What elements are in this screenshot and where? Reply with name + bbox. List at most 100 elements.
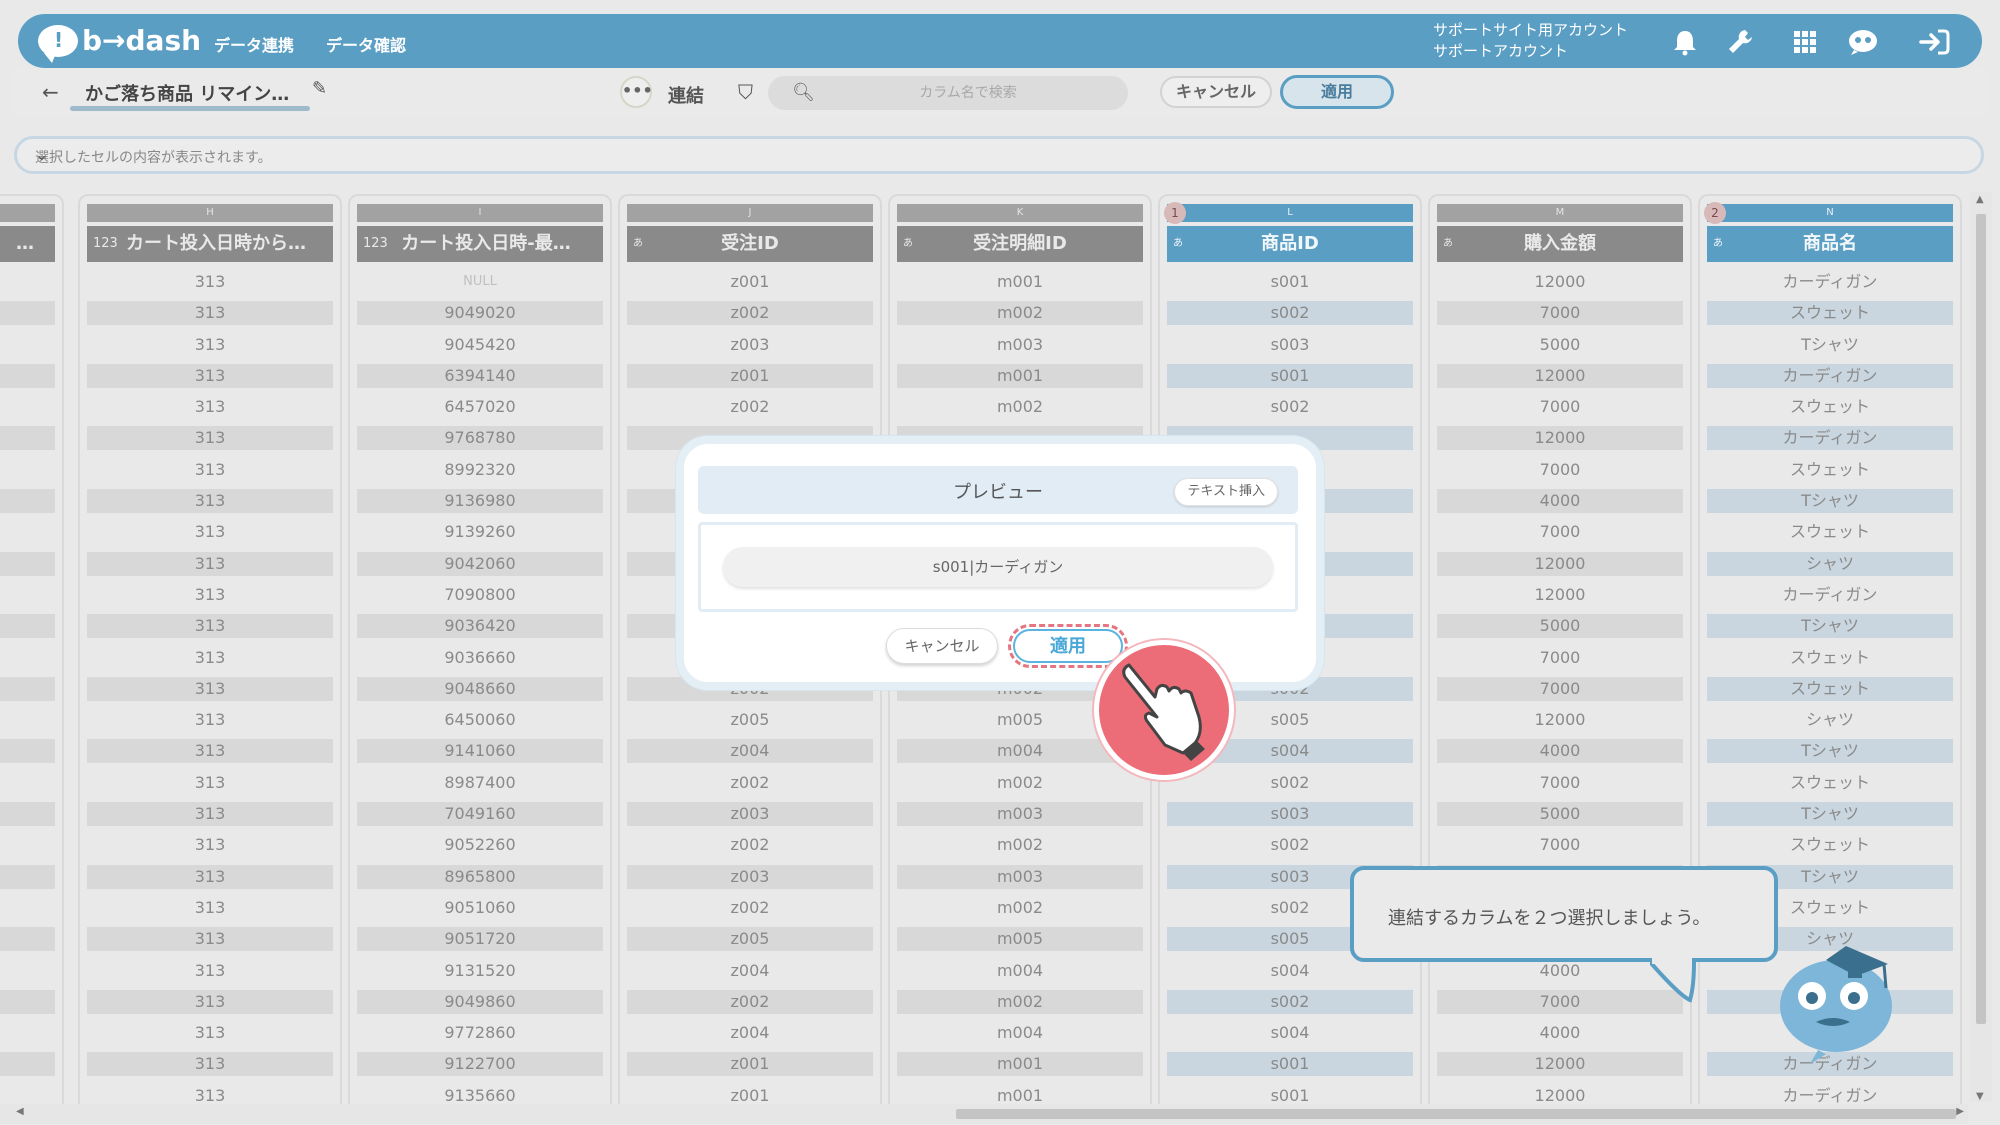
table-cell[interactable]: 313 — [87, 395, 333, 419]
table-cell[interactable]: 313 — [87, 1021, 333, 1045]
table-cell[interactable]: スウェット — [1707, 301, 1953, 326]
table-cell[interactable]: s004 — [1167, 1021, 1413, 1045]
column-letter[interactable]: L — [1167, 204, 1413, 222]
table-cell[interactable]: Tシャツ — [1707, 739, 1953, 764]
table-cell[interactable]: s002 — [1167, 395, 1413, 419]
table-cell[interactable]: 6450060 — [357, 708, 603, 732]
column-header[interactable]: あ 商品ID — [1167, 226, 1413, 262]
table-cell[interactable]: 313 — [87, 614, 333, 639]
column-search[interactable]: 🔍︎ — [768, 76, 1128, 110]
table-cell[interactable]: s003 — [1167, 802, 1413, 827]
table-cell[interactable]: m003 — [897, 333, 1143, 357]
table-cell[interactable]: カーディガン — [1707, 426, 1953, 451]
table-cell[interactable] — [0, 458, 55, 482]
column-letter[interactable]: M — [1437, 204, 1683, 222]
table-cell[interactable]: 12000 — [1437, 551, 1683, 576]
table-cell[interactable]: z001 — [627, 363, 873, 388]
table-cell[interactable]: m001 — [897, 270, 1143, 294]
table-cell[interactable] — [0, 395, 55, 419]
bell-icon[interactable] — [1670, 28, 1700, 56]
table-cell[interactable]: カーディガン — [1707, 583, 1953, 607]
scroll-down-icon[interactable]: ▼ — [1976, 1091, 1984, 1102]
table-cell[interactable]: m001 — [897, 1052, 1143, 1077]
table-cell[interactable]: 313 — [87, 646, 333, 670]
table-cell[interactable]: 313 — [87, 551, 333, 576]
table-cell[interactable]: z003 — [627, 333, 873, 357]
table-cell[interactable] — [0, 551, 55, 576]
arrow-left-icon[interactable]: ← — [42, 80, 59, 104]
table-cell[interactable]: s002 — [1167, 989, 1413, 1014]
table-cell[interactable]: 7000 — [1437, 520, 1683, 544]
wrench-icon[interactable] — [1726, 28, 1756, 56]
shield-icon[interactable]: ⛉ — [738, 80, 753, 104]
table-cell[interactable]: 9141060 — [357, 739, 603, 764]
table-cell[interactable]: 313 — [87, 520, 333, 544]
text-insert-button[interactable]: テキスト挿入 — [1174, 478, 1278, 506]
table-cell[interactable]: 7090800 — [357, 583, 603, 607]
table-cell[interactable]: s002 — [1167, 833, 1413, 857]
table-cell[interactable]: 5000 — [1437, 333, 1683, 357]
column-letter[interactable]: J — [627, 204, 873, 222]
table-cell[interactable]: 313 — [87, 833, 333, 857]
table-cell[interactable]: s002 — [1167, 301, 1413, 326]
cell-content-bar[interactable]: 選択したセルの内容が表示されます。 ⌄ — [14, 136, 1984, 174]
table-cell[interactable]: 5000 — [1437, 802, 1683, 827]
column-letter[interactable]: N — [1707, 204, 1953, 222]
mascot-icon[interactable] — [1846, 28, 1880, 56]
table-cell[interactable]: 4000 — [1437, 739, 1683, 764]
table-cell[interactable]: 9136980 — [357, 489, 603, 514]
table-cell[interactable]: z001 — [627, 270, 873, 294]
table-cell[interactable] — [0, 771, 55, 795]
table-cell[interactable] — [0, 301, 55, 326]
column-header[interactable]: あ 商品名 — [1707, 226, 1953, 262]
table-cell[interactable]: カーディガン — [1707, 363, 1953, 388]
table-cell[interactable]: 9122700 — [357, 1052, 603, 1077]
column-header[interactable]: … — [0, 226, 55, 262]
table-cell[interactable]: z001 — [627, 1052, 873, 1077]
table-cell[interactable]: 9042060 — [357, 551, 603, 576]
table-cell[interactable]: m002 — [897, 989, 1143, 1014]
toolbar-cancel-button[interactable]: キャンセル — [1160, 76, 1272, 108]
table-cell[interactable]: 6394140 — [357, 363, 603, 388]
table-cell[interactable]: 7000 — [1437, 395, 1683, 419]
table-cell[interactable]: z005 — [627, 708, 873, 732]
table-cell[interactable]: m004 — [897, 959, 1143, 983]
table-cell[interactable]: スウェット — [1707, 676, 1953, 701]
app-logo[interactable]: ! b→dash — [38, 24, 201, 63]
logout-icon[interactable] — [1918, 28, 1952, 56]
table-cell[interactable]: 313 — [87, 489, 333, 514]
page-title[interactable]: かご落ち商品 リマイン… — [85, 80, 289, 106]
table-cell[interactable]: 12000 — [1437, 270, 1683, 294]
table-cell[interactable]: 4000 — [1437, 489, 1683, 514]
table-cell[interactable]: 313 — [87, 583, 333, 607]
table-cell[interactable]: 313 — [87, 802, 333, 827]
table-cell[interactable]: 313 — [87, 989, 333, 1014]
table-cell[interactable]: z002 — [627, 771, 873, 795]
table-cell[interactable]: z002 — [627, 395, 873, 419]
table-cell[interactable]: 9768780 — [357, 426, 603, 451]
table-cell[interactable]: Tシャツ — [1707, 333, 1953, 357]
table-cell[interactable]: 9045420 — [357, 333, 603, 357]
table-cell[interactable]: 9051060 — [357, 896, 603, 920]
table-cell[interactable]: z004 — [627, 959, 873, 983]
column-search-input[interactable] — [828, 82, 1108, 104]
column-letter[interactable]: H — [87, 204, 333, 222]
table-cell[interactable]: m002 — [897, 833, 1143, 857]
table-cell[interactable] — [0, 708, 55, 732]
table-cell[interactable]: s004 — [1167, 959, 1413, 983]
column-letter[interactable] — [0, 204, 55, 222]
grid-icon[interactable] — [1790, 28, 1820, 56]
column-letter[interactable]: K — [897, 204, 1143, 222]
table-cell[interactable]: 7000 — [1437, 989, 1683, 1014]
table-cell[interactable]: 12000 — [1437, 583, 1683, 607]
table-cell[interactable]: 12000 — [1437, 426, 1683, 451]
table-cell[interactable]: s001 — [1167, 270, 1413, 294]
table-cell[interactable]: z005 — [627, 927, 873, 952]
table-cell[interactable]: 313 — [87, 864, 333, 889]
table-cell[interactable]: 12000 — [1437, 708, 1683, 732]
table-cell[interactable]: 7000 — [1437, 833, 1683, 857]
table-cell[interactable]: 313 — [87, 927, 333, 952]
table-cell[interactable]: Tシャツ — [1707, 802, 1953, 827]
table-cell[interactable] — [0, 1021, 55, 1045]
dialog-cancel-button[interactable]: キャンセル — [886, 628, 998, 664]
